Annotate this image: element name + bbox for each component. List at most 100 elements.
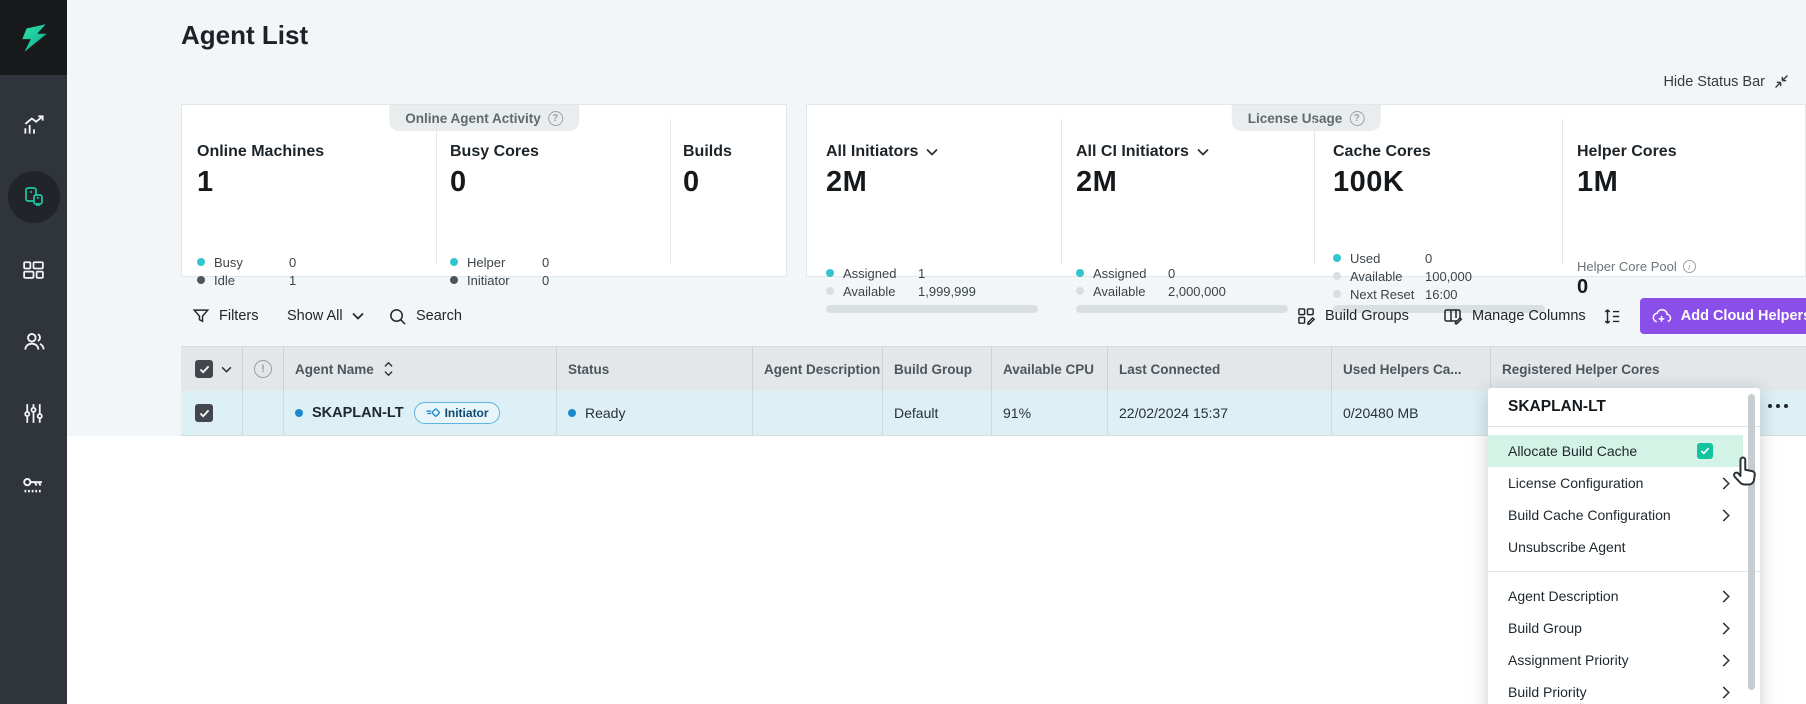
header-alert-cell: !	[243, 347, 284, 391]
header-registered-helper-cores[interactable]: Registered Helper Cores	[1491, 347, 1806, 391]
users-icon	[21, 328, 47, 354]
collapse-icon	[1773, 73, 1790, 90]
manage-columns-icon	[1443, 306, 1463, 326]
section-title: Builds	[683, 143, 783, 161]
section-title: Busy Cores	[450, 143, 660, 161]
sidebar-item-license[interactable]	[0, 449, 67, 521]
cache-cores-section: Cache Cores 100K Used 0 Available 100,00…	[1333, 143, 1558, 199]
section-value: 2M	[1076, 166, 1301, 199]
build-groups-button[interactable]: Build Groups	[1297, 298, 1409, 334]
legend-value: 1	[918, 266, 925, 281]
section-title: All CI Initiators	[1076, 143, 1189, 161]
legend-row: Idle 1	[197, 273, 402, 287]
row-checkbox[interactable]	[195, 404, 213, 422]
legend-value: 100,000	[1425, 269, 1472, 284]
sidebar-item-analytics[interactable]	[0, 89, 67, 161]
row-used-helpers-cell: 0/20480 MB	[1332, 391, 1491, 435]
pool-label-text: Helper Core Pool	[1577, 259, 1677, 274]
page-title: Agent List	[181, 20, 308, 51]
search-field[interactable]: Search	[388, 298, 462, 334]
row-description-cell	[753, 391, 883, 435]
menu-divider	[1488, 571, 1760, 572]
hide-status-bar-button[interactable]: Hide Status Bar	[1663, 73, 1790, 90]
sort-icon[interactable]	[383, 361, 394, 377]
header-available-cpu[interactable]: Available CPU	[992, 347, 1108, 391]
allocate-build-cache-checkbox[interactable]	[1697, 443, 1713, 459]
all-ci-initiators-section: All CI Initiators 2M Assigned 0 Availabl…	[1076, 143, 1301, 199]
column-label: Used Helpers Ca...	[1343, 362, 1462, 377]
legend-label: Helper	[467, 255, 505, 270]
app-logo[interactable]	[0, 0, 67, 75]
column-label: Last Connected	[1119, 362, 1220, 377]
header-used-helpers[interactable]: Used Helpers Ca...	[1332, 347, 1491, 391]
menu-item-build-priority[interactable]: Build Priority	[1488, 676, 1760, 704]
header-last-connected[interactable]: Last Connected	[1108, 347, 1332, 391]
initiator-badge-label: Initiator	[445, 406, 489, 420]
builds-section: Builds 0	[683, 143, 783, 199]
select-all-checkbox[interactable]	[195, 360, 213, 378]
build-groups-icon	[1297, 307, 1316, 326]
search-placeholder: Search	[416, 308, 462, 324]
busy-cores-section: Busy Cores 0 Helper 0 Initiator 0	[450, 143, 660, 199]
sidebar-item-settings[interactable]	[0, 377, 67, 449]
row-last-connected-cell: 22/02/2024 15:37	[1108, 391, 1332, 435]
header-status[interactable]: Status	[557, 347, 753, 391]
filters-label: Filters	[219, 308, 258, 324]
menu-item-label: Unsubscribe Agent	[1508, 539, 1626, 555]
menu-item-label: Build Cache Configuration	[1508, 507, 1671, 523]
menu-item-license-configuration[interactable]: License Configuration	[1488, 467, 1760, 499]
chevron-down-icon	[352, 312, 364, 320]
legend-label: Idle	[214, 273, 235, 288]
chevron-right-icon	[1722, 686, 1730, 699]
row-height-button[interactable]	[1603, 298, 1621, 334]
legend-row: Available 100,000	[1333, 269, 1538, 283]
row-actions-ellipsis-icon[interactable]	[1768, 404, 1788, 408]
menu-item-assignment-priority[interactable]: Assignment Priority	[1488, 644, 1760, 676]
legend-value: 0	[542, 273, 549, 288]
legend-row: Assigned 0	[1076, 266, 1281, 280]
menu-item-build-cache-configuration[interactable]: Build Cache Configuration	[1488, 499, 1760, 531]
menu-item-unsubscribe-agent[interactable]: Unsubscribe Agent	[1488, 531, 1760, 563]
sidebar-item-agents[interactable]	[0, 161, 67, 233]
filters-button[interactable]: Filters	[192, 298, 258, 334]
question-icon[interactable]: ?	[548, 111, 563, 126]
sidebar-item-users[interactable]	[0, 305, 67, 377]
add-cloud-helpers-button[interactable]: Add Cloud Helpers	[1640, 298, 1806, 334]
idle-dot	[197, 276, 205, 284]
row-height-icon	[1603, 307, 1621, 326]
question-icon[interactable]: ?	[1349, 111, 1364, 126]
sidebar-item-build-groups[interactable]	[0, 233, 67, 305]
select-menu-chevron-icon[interactable]	[221, 366, 232, 373]
section-title: Helper Cores	[1577, 143, 1792, 161]
status-text: Ready	[585, 405, 625, 421]
chevron-right-icon	[1722, 654, 1730, 667]
used-dot	[1333, 254, 1341, 262]
status-dot	[568, 409, 576, 417]
divider	[1314, 119, 1315, 264]
column-label: Status	[568, 362, 609, 377]
divider	[1562, 119, 1563, 264]
legend-row: Available 2,000,000	[1076, 284, 1281, 298]
sidebar-nav	[0, 75, 67, 521]
menu-item-build-group[interactable]: Build Group	[1488, 612, 1760, 644]
menu-item-agent-description[interactable]: Agent Description	[1488, 580, 1760, 612]
manage-columns-button[interactable]: Manage Columns	[1443, 298, 1586, 334]
info-icon[interactable]: i	[1683, 260, 1696, 273]
legend-value: 0	[289, 255, 296, 270]
menu-item-allocate-build-cache[interactable]: Allocate Build Cache	[1488, 435, 1743, 467]
menu-scrollbar[interactable]	[1748, 394, 1755, 690]
divider	[670, 119, 671, 264]
helper-cores-section: Helper Cores 1M Helper Core Pool i 0	[1577, 143, 1792, 199]
legend-label: Assigned	[843, 266, 896, 281]
header-build-group[interactable]: Build Group	[883, 347, 992, 391]
menu-item-label: Build Group	[1508, 620, 1582, 636]
header-agent-name[interactable]: Agent Name	[284, 347, 557, 391]
activity-card-label: Online Agent Activity ?	[389, 105, 579, 131]
section-value: 0	[450, 166, 660, 199]
all-initiators-dropdown[interactable]: All Initiators	[826, 143, 1051, 161]
show-all-dropdown[interactable]: Show All	[287, 298, 364, 334]
header-agent-description[interactable]: Agent Description	[753, 347, 883, 391]
used-helpers-text: 0/20480 MB	[1343, 405, 1419, 421]
all-ci-initiators-dropdown[interactable]: All CI Initiators	[1076, 143, 1301, 161]
legend-row: Busy 0	[197, 255, 402, 269]
